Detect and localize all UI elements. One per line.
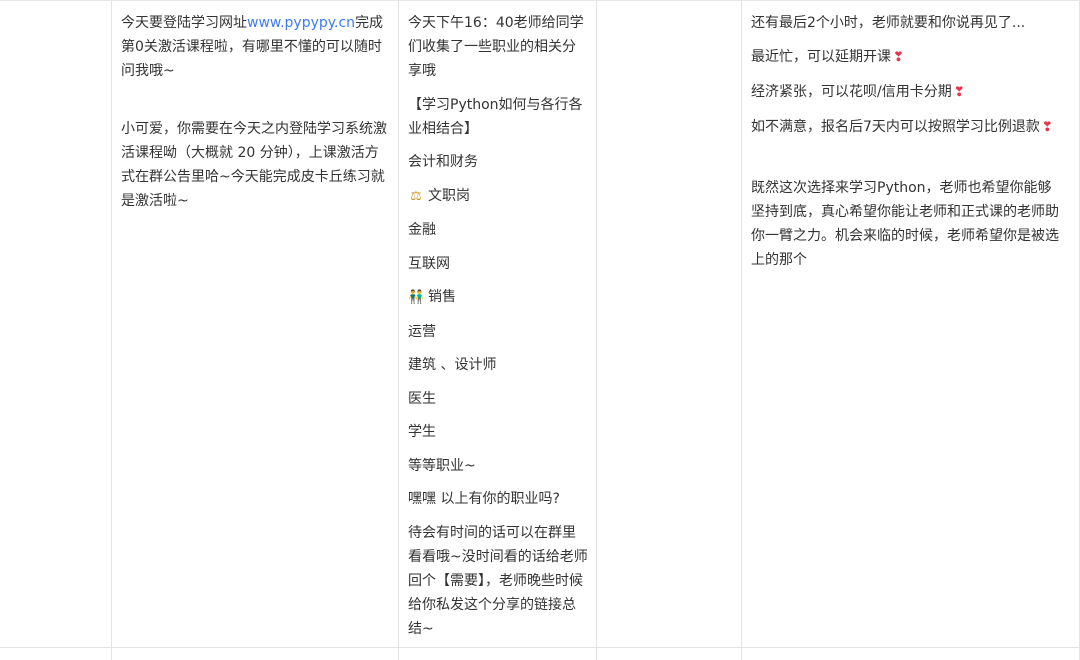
final-hours-message: 还有最后2个小时，老师就要和你说再见了... [751, 15, 1026, 31]
table-cell-empty [596, 1, 741, 660]
career-item: 等等职业~ [408, 457, 476, 474]
encouragement-message: 既然这次选择来学习Python，老师也希望你能够坚持到底，真心希望你能让老师和正… [751, 180, 1059, 268]
message-table: 今天要登陆学习网址www.pypypy.cn完成第0关激活课程啦，有哪里不懂的可… [0, 0, 1080, 660]
delay-option: 最近忙，可以延期开课 ❣ [751, 49, 904, 65]
heart-icon: ❣ [1041, 120, 1053, 135]
career-item: 运营 [408, 323, 436, 340]
people-icon: 👬 [408, 290, 425, 305]
career-closing: 待会有时间的话可以在群里看看哦~没时间看的话给老师回个【需要】，老师晚些时候给你… [408, 524, 588, 637]
table-cell-career-share: 今天下午16：40老师给同学们收集了一些职业的相关分享哦 【学习Python如何… [398, 1, 596, 660]
activation-message: 今天要登陆学习网址www.pypypy.cn完成第0关激活课程啦，有哪里不懂的可… [121, 15, 384, 79]
career-share-intro: 今天下午16：40老师给同学们收集了一些职业的相关分享哦 [408, 15, 584, 79]
study-site-link[interactable]: www.pypypy.cn [247, 15, 355, 31]
heart-icon: ❣ [953, 85, 965, 100]
career-item: 会计和财务 [408, 154, 478, 170]
career-item: 医生 [408, 390, 436, 407]
career-item: ⚖ 文职岗 [408, 184, 588, 209]
activation-deadline-message: 小可爱，你需要在今天之内登陆学习系统激活课程呦（大概就 20 分钟），上课激活方… [121, 121, 387, 209]
career-item: 金融 [408, 222, 436, 238]
table-cell-empty [0, 1, 111, 660]
career-share-heading: 【学习Python如何与各行各业相结合】 [408, 96, 583, 137]
table-row-divider [0, 647, 1080, 648]
career-item: 互联网 [408, 255, 450, 272]
career-item: 学生 [408, 424, 436, 440]
table-cell-activation-reminder: 今天要登陆学习网址www.pypypy.cn完成第0关激活课程啦，有哪里不懂的可… [111, 1, 398, 660]
career-question: 嘿嘿 以上有你的职业吗? [408, 491, 560, 507]
scale-icon: ⚖ [410, 188, 422, 204]
table-cell-final-reminder: 还有最后2个小时，老师就要和你说再见了... 最近忙，可以延期开课 ❣ 经济紧张，… [741, 1, 1080, 660]
career-item: 建筑 、设计师 [408, 357, 497, 373]
heart-icon: ❣ [893, 50, 904, 65]
refund-option: 如不满意，报名后7天内可以按照学习比例退款 ❣ [751, 119, 1053, 135]
career-item: 👬 销售 [408, 285, 588, 310]
career-list: 会计和财务 ⚖ 文职岗金融互联网 👬 销售运营建筑 、设计师 医生学生等等职业~ [408, 150, 588, 478]
installment-option: 经济紧张，可以花呗/信用卡分期 ❣ [751, 84, 965, 100]
